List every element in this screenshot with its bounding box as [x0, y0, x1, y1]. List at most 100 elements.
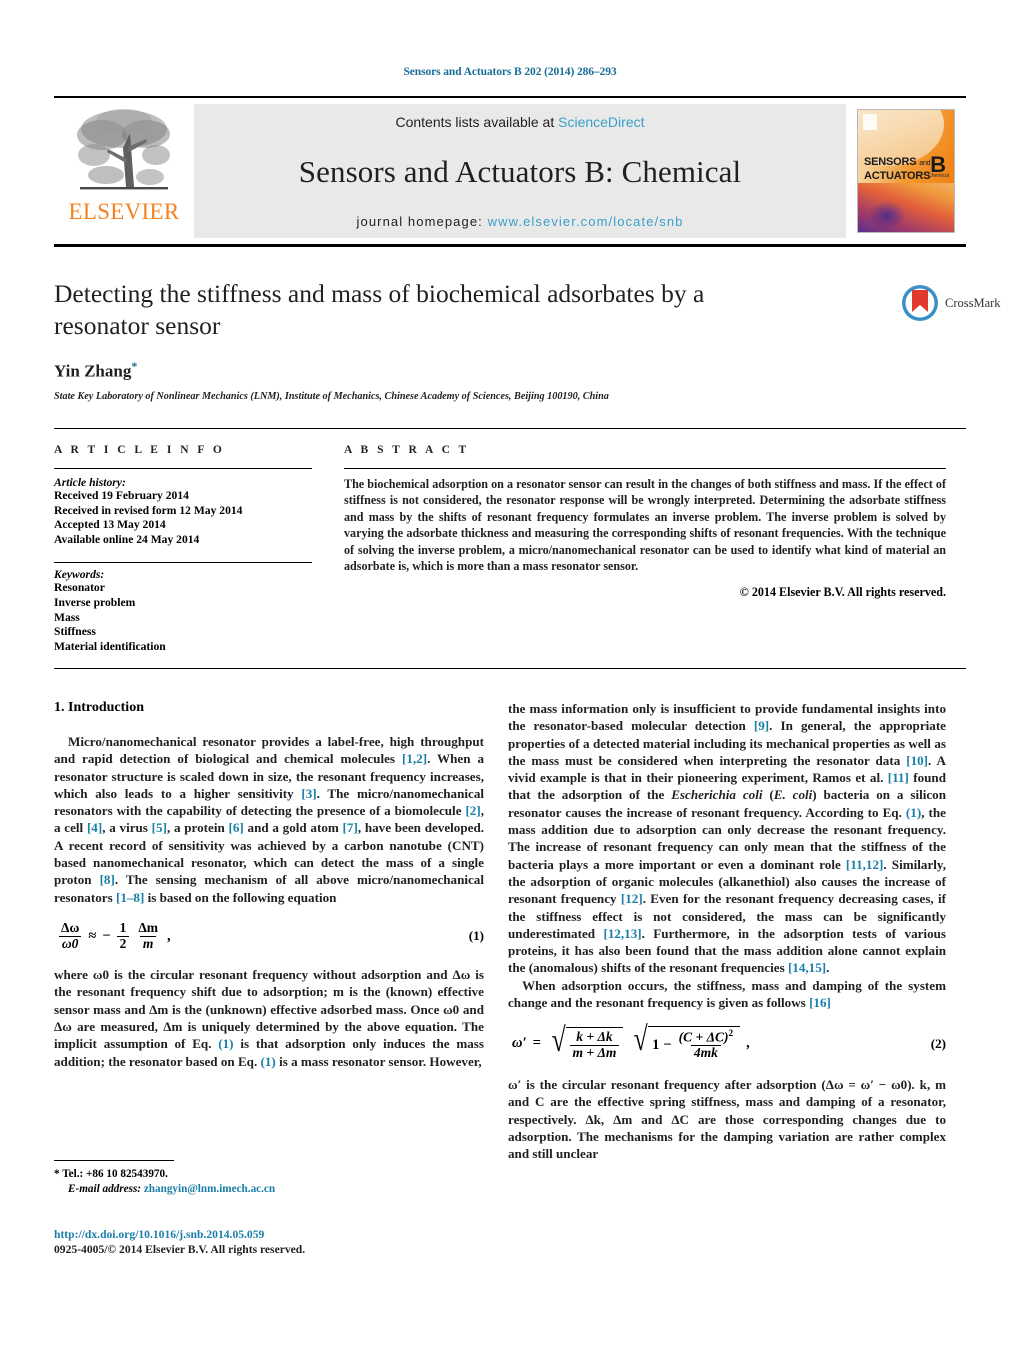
citation-link[interactable]: [4]: [87, 820, 102, 835]
keyword-item: Inverse problem: [54, 595, 136, 609]
journal-cover-thumbnail[interactable]: SENSORS and ACTUATORS B Chemical: [857, 109, 955, 233]
citation-link[interactable]: [2]: [465, 803, 480, 818]
footnote-email: E-mail address: zhangyin@lnm.imech.ac.cn: [54, 1182, 484, 1197]
history-item: Accepted 13 May 2014: [54, 518, 166, 532]
keywords-divider: [54, 562, 312, 564]
running-head: Sensors and Actuators B 202 (2014) 286–2…: [403, 66, 617, 78]
eq1-lhs-fraction: Δω ω0: [58, 919, 82, 952]
eq1-approx-sign: ≈: [88, 927, 97, 944]
article-header: Detecting the stiffness and mass of bioc…: [54, 278, 966, 402]
paragraph-right-1: the mass information only is insufficien…: [508, 700, 946, 977]
eq1-half-denominator: 2: [116, 935, 130, 952]
citation-link[interactable]: [14,15]: [788, 960, 826, 975]
journal-cover-block: SENSORS and ACTUATORS B Chemical: [846, 98, 966, 244]
eq2-equals: =: [532, 1035, 541, 1052]
eq1-mass-fraction: Δm m: [135, 920, 161, 951]
equation-1-body: Δω ω0 ≈ − 1 2 Δm m ,: [54, 919, 171, 952]
eq2-damping-fraction: (C + ΔC)2 4mk: [676, 1028, 737, 1061]
citation-link[interactable]: [1–8]: [116, 890, 144, 905]
elsevier-tree-icon: [77, 109, 170, 190]
citation-link[interactable]: [12]: [621, 891, 643, 906]
text-run: When adsorption occurs, the stiffness, m…: [508, 977, 946, 1011]
eq1-comma: ,: [167, 927, 171, 944]
footnote-tel-text: Tel.: +86 10 82543970.: [62, 1168, 168, 1180]
sciencedirect-link[interactable]: ScienceDirect: [558, 114, 644, 130]
eq1-half-numerator: 1: [119, 919, 127, 935]
info-rule-top: [54, 428, 966, 429]
eq2-one: 1: [652, 1036, 660, 1053]
citation-link[interactable]: [12,13]: [603, 926, 641, 941]
footnote-marker: *: [54, 1168, 60, 1180]
eq2-f2-exponent: 2: [728, 1028, 734, 1039]
equation-ref-link[interactable]: (1): [261, 1054, 276, 1069]
keyword-item: Resonator: [54, 581, 105, 595]
history-item: Received in revised form 12 May 2014: [54, 503, 243, 517]
footnote-tel: * Tel.: +86 10 82543970.: [54, 1167, 484, 1182]
citation-link[interactable]: [9]: [754, 718, 769, 733]
cover-line1: SENSORS: [864, 156, 917, 169]
eq2-stiffness-mass-fraction: k + Δk m + Δm: [569, 1030, 620, 1060]
species-name: Escherichia coli: [671, 787, 763, 803]
keyword-item: Stiffness: [54, 625, 96, 639]
footnote-email-link[interactable]: zhangyin@lnm.imech.ac.cn: [144, 1183, 275, 1195]
eq1-lhs-denominator: ω0: [58, 935, 82, 952]
citation-link[interactable]: [1,2]: [402, 751, 427, 766]
abstract-text: The biochemical adsorption on a resonato…: [344, 477, 946, 574]
journal-title: Sensors and Actuators B: Chemical: [298, 154, 742, 189]
equation-ref-link[interactable]: (1): [906, 805, 921, 820]
eq2-lhs: ω′: [512, 1035, 527, 1052]
eq2-radical-sign-2: √: [634, 1021, 649, 1059]
equation-ref-link[interactable]: (1): [218, 1036, 233, 1051]
homepage-prefix: journal homepage:: [356, 214, 488, 229]
masthead-center: Contents lists available at ScienceDirec…: [194, 104, 846, 238]
cover-title-text: SENSORS and ACTUATORS: [864, 156, 931, 182]
elsevier-wordmark: ELSEVIER: [68, 199, 180, 224]
eq2-radical-sign-1: √: [551, 1022, 566, 1060]
citation-link[interactable]: [5]: [152, 820, 167, 835]
info-rule-bottom: [54, 668, 966, 669]
crossmark-label: CrossMark: [945, 295, 1001, 310]
homepage-url-link[interactable]: www.elsevier.com/locate/snb: [488, 214, 684, 229]
crossmark-icon: [902, 285, 938, 321]
cover-line1-small: and: [919, 160, 931, 168]
citation-link[interactable]: [10]: [906, 753, 928, 768]
contents-lists-line: Contents lists available at ScienceDirec…: [395, 114, 644, 130]
eq2-minus: −: [663, 1036, 672, 1053]
doi-link[interactable]: http://dx.doi.org/10.1016/j.snb.2014.05.…: [54, 1227, 484, 1242]
footnote-rule: [54, 1160, 174, 1161]
eq2-second-radical: √ 1 − (C + ΔC)2 4mk: [629, 1021, 741, 1061]
species-abbrev: E. coli: [773, 787, 813, 803]
paper-page: Sensors and Actuators B 202 (2014) 286–2…: [0, 0, 1020, 1351]
citation-link[interactable]: [11,12]: [846, 857, 883, 872]
citation-link[interactable]: [8]: [100, 872, 115, 887]
body-column-left: 1. Introduction Micro/nanomechanical res…: [54, 700, 484, 1070]
citation-link[interactable]: [6]: [229, 820, 244, 835]
eq1-lhs-numerator: Δω: [61, 919, 80, 935]
eq2-f2-numerator: (C + ΔC)2: [676, 1028, 737, 1045]
eq2-f2-num-text: (C + ΔC): [678, 1029, 729, 1045]
journal-homepage-line: journal homepage: www.elsevier.com/locat…: [357, 214, 684, 229]
paragraph-right-3: ω′ is the circular resonant frequency af…: [508, 1077, 946, 1162]
history-item: Received 19 February 2014: [54, 489, 189, 502]
eq2-first-radical: √ k + Δk m + Δm: [547, 1022, 624, 1060]
citation-link[interactable]: [3]: [301, 786, 316, 801]
text-run: is based on the following equation: [144, 889, 337, 905]
text-run: , a virus: [102, 820, 152, 836]
article-info-heading: A R T I C L E I N F O: [54, 444, 225, 456]
text-run: and a gold atom: [243, 820, 343, 836]
keyword-item: Mass: [54, 610, 80, 624]
cover-series-sub: Chemical: [928, 173, 949, 180]
citation-link[interactable]: [16]: [809, 995, 831, 1010]
paragraph-right-2: When adsorption occurs, the stiffness, m…: [508, 977, 946, 1012]
article-history-heading: Article history:: [54, 476, 126, 489]
issn-copyright-line: 0925-4005/© 2014 Elsevier B.V. All right…: [54, 1243, 306, 1256]
abstract-divider: [344, 468, 946, 469]
citation-link[interactable]: [7]: [343, 820, 358, 835]
citation-link[interactable]: [11]: [888, 770, 909, 785]
crossmark-badge[interactable]: CrossMark: [900, 283, 1012, 323]
footnote-email-label: E-mail address:: [68, 1182, 142, 1195]
section-heading-introduction: 1. Introduction: [54, 700, 144, 715]
text-run: , a protein: [166, 820, 229, 836]
equation-2-body: ω′ = √ k + Δk m + Δm √ 1 − (C + ΔC)2 4mk…: [508, 1021, 750, 1061]
eq2-comma: ,: [746, 1035, 750, 1052]
